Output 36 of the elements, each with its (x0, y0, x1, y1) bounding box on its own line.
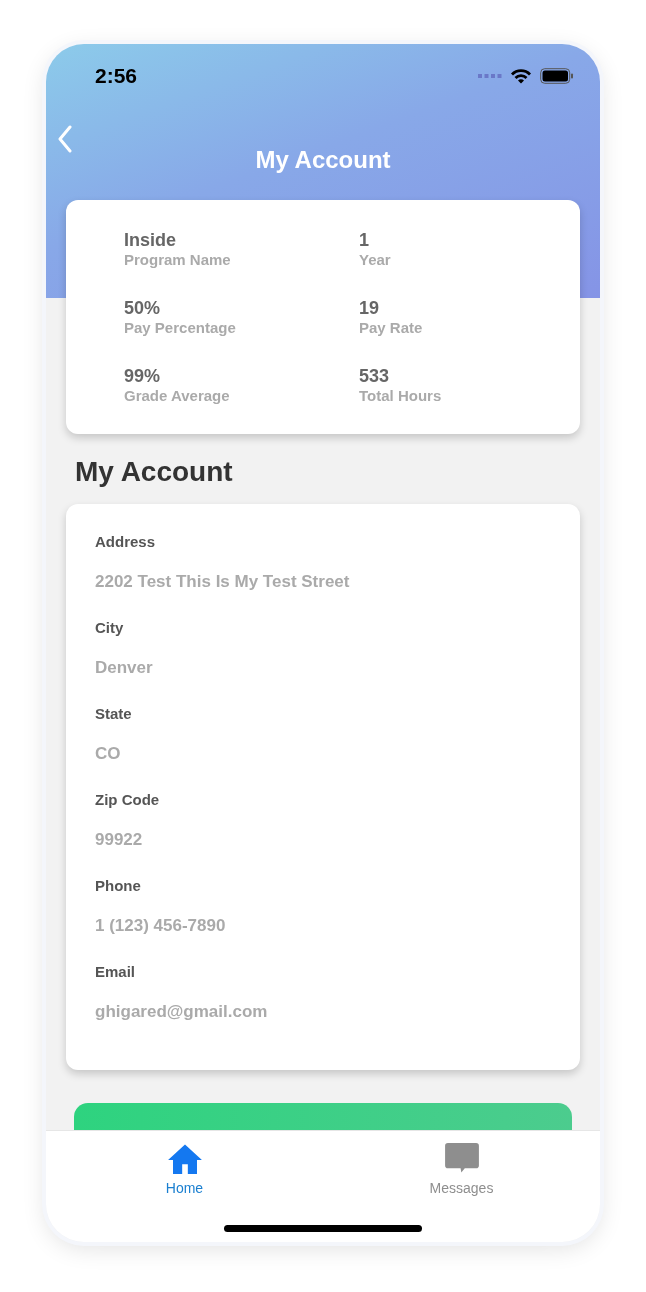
stat-label: Pay Percentage (124, 318, 237, 338)
stat-value: 533 (359, 366, 391, 386)
signal-icon (478, 73, 502, 79)
stat-label: Program Name (124, 250, 232, 270)
field-label: Phone (95, 876, 142, 896)
stat-label: Year (359, 250, 392, 270)
stat-value: Inside (124, 230, 177, 250)
stat-label: Pay Rate (359, 318, 424, 338)
stat-value: 50% (124, 298, 162, 318)
field-label: Zip Code (95, 790, 161, 810)
battery-icon (540, 68, 574, 84)
wifi-icon (510, 68, 532, 84)
tab[interactable]: Messages (323, 1131, 600, 1242)
page-title: My Account (255, 146, 391, 174)
back-icon[interactable] (58, 125, 72, 153)
home-icon (167, 1143, 202, 1174)
stat-label: Total Hours (359, 386, 443, 406)
tab[interactable]: Home (46, 1131, 323, 1242)
field-value[interactable]: 1 (123) 456-7890 (95, 916, 551, 936)
field-label: Address (95, 532, 157, 552)
status-time: 2:56 (95, 64, 138, 88)
action-button[interactable] (74, 1103, 572, 1130)
stat-value: 99% (124, 366, 162, 386)
field-value[interactable]: 99922 (95, 830, 551, 850)
field-label: State (95, 704, 133, 724)
field-value[interactable]: 2202 Test This Is My Test Street (95, 572, 551, 592)
stat-value: 1 (359, 230, 370, 250)
stat-label: Grade Average (124, 386, 231, 406)
section-heading: My Account (75, 456, 234, 489)
field-value[interactable]: ghigared@gmail.com (95, 1002, 551, 1022)
chat-bubble-icon (444, 1143, 479, 1174)
field-value[interactable]: CO (95, 744, 551, 764)
field-label: Email (95, 962, 137, 982)
stat-value: 19 (359, 298, 381, 318)
field-label: City (95, 618, 125, 638)
field-value[interactable]: Denver (95, 658, 551, 678)
